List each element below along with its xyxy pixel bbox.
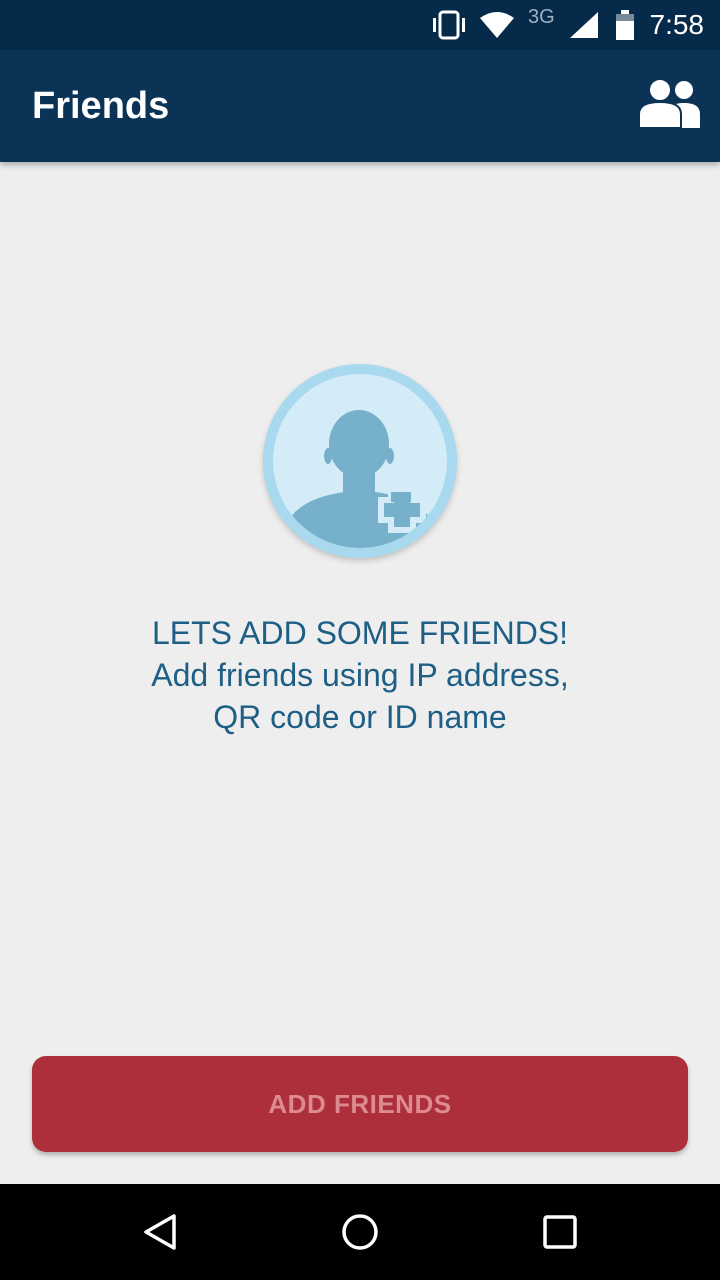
status-bar: 3G 7:58 [0,0,720,50]
app-bar: Friends [0,50,720,162]
empty-state-line: Add friends using IP address, [151,657,569,693]
add-friends-button[interactable]: ADD FRIENDS [32,1056,688,1152]
empty-state-message: LETS ADD SOME FRIENDS! Add friends using… [0,612,720,738]
navigation-bar [0,1184,720,1280]
battery-icon [612,0,638,50]
wifi-icon [478,0,516,50]
empty-state-line: QR code or ID name [213,699,507,735]
vibrate-icon [430,0,468,50]
network-type: 3G [528,6,555,28]
add-person-avatar [263,364,457,558]
screen: 3G 7:58 Friends LETS ADD SOME FRIENDS! A… [0,0,720,1280]
status-time: 7:58 [649,9,705,40]
signal-icon [566,0,602,50]
empty-state-heading: LETS ADD SOME FRIENDS! [151,615,569,651]
home-icon[interactable] [330,1202,390,1262]
back-icon[interactable] [130,1202,190,1262]
page-title: Friends [32,85,170,127]
add-person-icon [273,374,447,548]
recents-icon[interactable] [530,1202,590,1262]
friends-icon[interactable] [638,78,704,130]
